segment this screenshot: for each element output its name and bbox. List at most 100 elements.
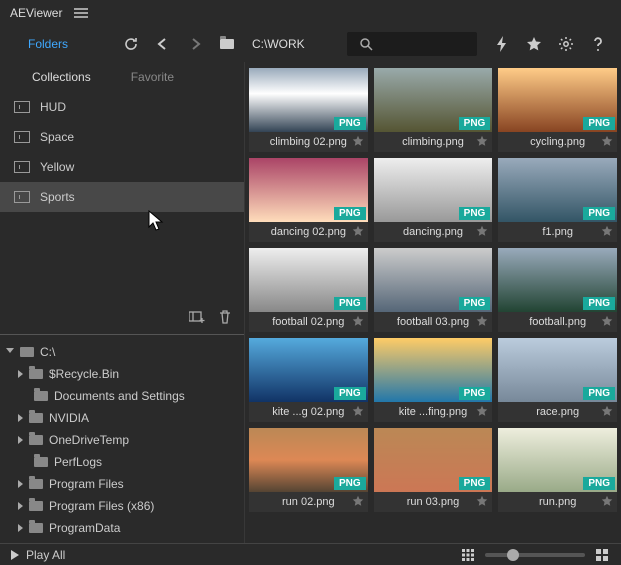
favorite-star-icon[interactable] <box>476 315 488 327</box>
thumbnail-filename: cycling.png <box>530 136 585 148</box>
thumbnail-card[interactable]: PNGclimbing.png <box>374 68 493 152</box>
star-icon[interactable] <box>525 35 543 53</box>
favorite-star-icon[interactable] <box>352 225 364 237</box>
collection-item-space[interactable]: Space <box>0 122 244 152</box>
favorite-star-icon[interactable] <box>352 495 364 507</box>
filetype-badge: PNG <box>583 387 615 400</box>
thumbnail-filename: football 03.png <box>397 316 469 328</box>
tree-label: Program Files <box>49 477 124 491</box>
chevron-right-icon[interactable] <box>18 414 23 422</box>
titlebar: AEViewer <box>0 0 621 26</box>
favorite-star-icon[interactable] <box>476 405 488 417</box>
chevron-right-icon[interactable] <box>18 524 23 532</box>
favorite-star-icon[interactable] <box>476 225 488 237</box>
collection-label: Yellow <box>40 160 74 174</box>
chevron-down-icon[interactable] <box>6 348 14 357</box>
sidebar-divider <box>0 334 244 335</box>
forward-icon[interactable] <box>186 35 204 53</box>
tree-root[interactable]: C:\ <box>0 341 244 363</box>
large-grid-icon[interactable] <box>593 546 611 564</box>
thumbnail-image: PNG <box>498 338 617 402</box>
favorite-star-icon[interactable] <box>601 225 613 237</box>
thumbnail-card[interactable]: PNGfootball.png <box>498 248 617 332</box>
play-all-button[interactable]: Play All <box>10 548 65 562</box>
collection-item-hud[interactable]: HUD <box>0 92 244 122</box>
favorite-star-icon[interactable] <box>601 315 613 327</box>
lightning-icon[interactable] <box>493 35 511 53</box>
trash-icon[interactable] <box>216 308 234 326</box>
collections-list: HUD Space Yellow Sports <box>0 92 244 212</box>
app-title: AEViewer <box>10 6 62 20</box>
thumbnail-image: PNG <box>249 428 368 492</box>
collection-icon <box>14 131 30 143</box>
folder-icon <box>29 479 43 489</box>
favorite-star-icon[interactable] <box>601 495 613 507</box>
path-label: C:\WORK <box>252 37 305 51</box>
thumbnail-card[interactable]: PNGdancing.png <box>374 158 493 242</box>
favorite-star-icon[interactable] <box>476 135 488 147</box>
thumbnail-image: PNG <box>498 68 617 132</box>
tree-item[interactable]: Documents and Settings <box>0 385 244 407</box>
thumbnail-card[interactable]: PNGrun 02.png <box>249 428 368 512</box>
favorite-star-icon[interactable] <box>476 495 488 507</box>
favorite-star-icon[interactable] <box>601 135 613 147</box>
collection-label: Space <box>40 130 74 144</box>
thumbnail-footer: cycling.png <box>498 132 617 152</box>
help-icon[interactable] <box>589 35 607 53</box>
thumbnail-image: PNG <box>249 68 368 132</box>
tree-label: NVIDIA <box>49 411 89 425</box>
folder-icon[interactable] <box>218 35 236 53</box>
gear-icon[interactable] <box>557 35 575 53</box>
thumbnail-card[interactable]: PNGrace.png <box>498 338 617 422</box>
back-icon[interactable] <box>154 35 172 53</box>
tree-label: C:\ <box>40 345 55 359</box>
chevron-right-icon[interactable] <box>18 502 23 510</box>
chevron-right-icon[interactable] <box>18 480 23 488</box>
tree-item[interactable]: NVIDIA <box>0 407 244 429</box>
search-icon <box>357 35 375 53</box>
thumbnail-card[interactable]: PNGkite ...g 02.png <box>249 338 368 422</box>
chevron-right-icon[interactable] <box>18 370 23 378</box>
menu-icon[interactable] <box>72 4 90 22</box>
thumbnail-card[interactable]: PNGkite ...fing.png <box>374 338 493 422</box>
statusbar: Play All <box>0 543 621 565</box>
filetype-badge: PNG <box>459 297 491 310</box>
small-grid-icon[interactable] <box>459 546 477 564</box>
collection-item-yellow[interactable]: Yellow <box>0 152 244 182</box>
favorite-star-icon[interactable] <box>352 315 364 327</box>
thumbnail-card[interactable]: PNGfootball 02.png <box>249 248 368 332</box>
favorite-star-icon[interactable] <box>352 405 364 417</box>
thumbnail-footer: run 02.png <box>249 492 368 512</box>
thumbnail-card[interactable]: PNG football 03.png <box>374 248 493 332</box>
thumbnail-image: PNG <box>374 338 493 402</box>
thumbnail-size-slider[interactable] <box>485 553 585 557</box>
thumbnail-card[interactable]: PNGrun.png <box>498 428 617 512</box>
add-collection-icon[interactable] <box>188 308 206 326</box>
tree-item[interactable]: Program Files <box>0 473 244 495</box>
thumbnail-footer: football 02.png <box>249 312 368 332</box>
thumbnail-card[interactable]: PNGrun 03.png <box>374 428 493 512</box>
collection-item-sports[interactable]: Sports <box>0 182 244 212</box>
refresh-icon[interactable] <box>122 35 140 53</box>
thumbnail-card[interactable]: PNG cycling.png <box>498 68 617 152</box>
thumbnail-card[interactable]: PNGdancing 02.png <box>249 158 368 242</box>
collection-label: Sports <box>40 190 75 204</box>
tree-item[interactable]: OneDriveTemp <box>0 429 244 451</box>
tree-item[interactable]: ProgramData <box>0 517 244 539</box>
collection-icon <box>14 191 30 203</box>
thumbnail-image: PNG <box>249 248 368 312</box>
thumbnail-card[interactable]: PNGclimbing 02.png <box>249 68 368 152</box>
thumbnail-image: PNG <box>374 248 493 312</box>
tree-item[interactable]: PerfLogs <box>0 451 244 473</box>
thumbnail-footer: f1.png <box>498 222 617 242</box>
chevron-right-icon[interactable] <box>18 436 23 444</box>
tree-item[interactable]: Program Files (x86) <box>0 495 244 517</box>
tree-label: Documents and Settings <box>54 389 185 403</box>
favorite-star-icon[interactable] <box>601 405 613 417</box>
tree-item[interactable]: $Recycle.Bin <box>0 363 244 385</box>
favorite-star-icon[interactable] <box>352 135 364 147</box>
thumbnail-image: PNG <box>374 158 493 222</box>
filetype-badge: PNG <box>334 117 366 130</box>
thumbnail-card[interactable]: PNGf1.png <box>498 158 617 242</box>
tab-folders[interactable]: Folders <box>10 31 86 57</box>
